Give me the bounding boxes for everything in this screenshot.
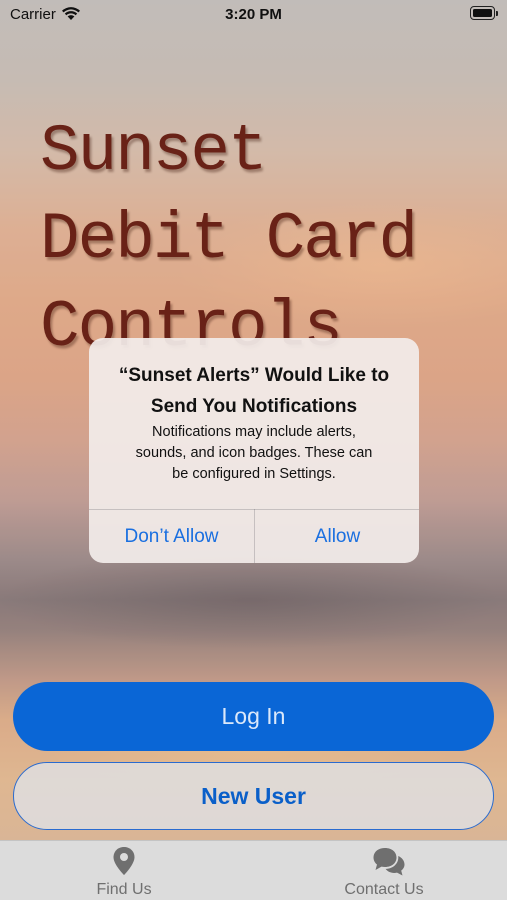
- tab-contact-us[interactable]: Contact Us: [284, 841, 484, 900]
- allow-button[interactable]: Allow: [255, 510, 419, 563]
- new-user-button[interactable]: New User: [13, 762, 494, 830]
- login-button[interactable]: Log In: [13, 682, 494, 751]
- tab-find-us[interactable]: Find Us: [24, 841, 224, 900]
- chat-bubbles-icon: [372, 846, 406, 883]
- tab-label: Find Us: [96, 881, 152, 898]
- alert-message: Notifications may include alerts, sounds…: [109, 422, 399, 485]
- tab-label: Contact Us: [344, 881, 424, 898]
- alert-message-line: be configured in Settings.: [172, 466, 336, 482]
- alert-title-line: Send You Notifications: [150, 396, 358, 417]
- location-pin-icon: [112, 846, 136, 881]
- alert-message-line: Notifications may include alerts,: [152, 424, 356, 440]
- notification-permission-alert: “Sunset Alerts” Would Like to Send You N…: [89, 338, 419, 563]
- dont-allow-button[interactable]: Don’t Allow: [89, 510, 254, 563]
- alert-title: “Sunset Alerts” Would Like to Send You N…: [89, 360, 419, 422]
- tab-bar: Find Us Contact Us: [0, 840, 507, 900]
- alert-message-line: sounds, and icon badges. These can: [135, 445, 373, 461]
- alert-title-line: “Sunset Alerts” Would Like to: [118, 365, 390, 386]
